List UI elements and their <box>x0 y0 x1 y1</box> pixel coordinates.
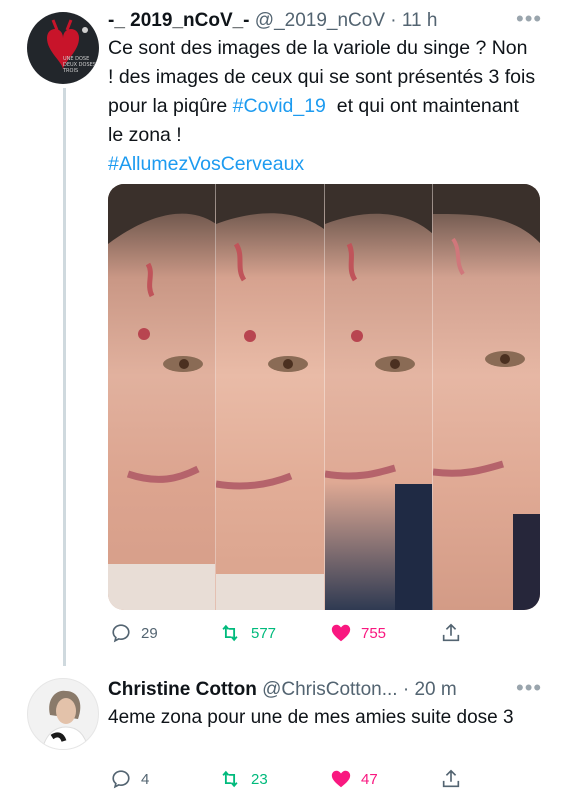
face-drawing <box>216 184 324 610</box>
hashtag-allumez[interactable]: #AllumezVosCerveaux <box>108 153 304 175</box>
reply-count: 4 <box>141 770 150 788</box>
more-options-icon[interactable]: ••• <box>516 677 542 699</box>
like-button[interactable]: 47 <box>330 768 378 790</box>
tweet-actions: 4 23 47 <box>108 768 528 794</box>
share-icon <box>442 623 460 642</box>
photo-panel <box>216 184 325 610</box>
tweet-2[interactable]: Christine Cotton @ChrisCotton... · 20 m … <box>0 666 566 800</box>
person-photo-icon <box>42 690 89 749</box>
heart-icon <box>331 770 351 788</box>
timestamp[interactable]: · 11 h <box>390 10 437 31</box>
like-button[interactable]: 755 <box>330 622 386 644</box>
retweet-count: 23 <box>251 770 268 788</box>
hashtag-covid[interactable]: #Covid_19 <box>233 95 326 117</box>
display-name[interactable]: Christine Cotton <box>108 679 257 700</box>
reply-icon <box>112 770 130 789</box>
photo-panel <box>108 184 217 610</box>
retweet-button[interactable]: 577 <box>218 622 276 644</box>
like-count: 47 <box>361 770 378 788</box>
photo-panel <box>324 184 433 610</box>
face-drawing <box>324 184 432 610</box>
heart-icon <box>331 624 351 642</box>
tweet-media-image[interactable] <box>108 184 540 610</box>
user-avatar[interactable]: UNE DOSE DEUX DOSES TROIS <box>27 12 99 84</box>
share-button[interactable] <box>440 622 462 644</box>
reply-icon <box>112 624 130 643</box>
share-button[interactable] <box>440 768 462 790</box>
user-handle[interactable]: @ChrisCotton... <box>262 679 397 700</box>
retweet-count: 577 <box>251 624 277 642</box>
reply-button[interactable]: 4 <box>110 768 149 790</box>
tweet-actions: 29 577 755 <box>108 622 528 648</box>
share-icon <box>442 769 460 788</box>
thread-line <box>63 88 66 666</box>
reply-button[interactable]: 29 <box>110 622 158 644</box>
tweet-text: Ce sont des images de la variole du sing… <box>108 34 538 179</box>
more-options-icon[interactable]: ••• <box>516 8 542 30</box>
timestamp[interactable]: · 20 m <box>403 679 457 700</box>
retweet-icon <box>222 624 238 642</box>
tweet-header: Christine Cotton @ChrisCotton... · 20 m <box>108 678 457 702</box>
tweet-text: 4eme zona pour une de mes amies suite do… <box>108 707 514 728</box>
retweet-icon <box>222 770 238 788</box>
user-avatar[interactable] <box>27 678 99 750</box>
retweet-button[interactable]: 23 <box>218 768 268 790</box>
like-count: 755 <box>361 624 387 642</box>
reply-count: 29 <box>141 624 158 642</box>
face-drawing <box>432 184 540 610</box>
display-name[interactable]: -_ 2019_nCoV_- <box>108 10 250 31</box>
photo-panel <box>432 184 540 610</box>
face-drawing <box>108 184 216 610</box>
tweet-1[interactable]: UNE DOSE DEUX DOSES TROIS -_ 2019_nCoV_-… <box>0 0 566 666</box>
avatar-caption: UNE DOSE DEUX DOSES TROIS <box>63 56 96 74</box>
tweet-header: -_ 2019_nCoV_- @_2019_nCoV · 11 h <box>108 9 437 33</box>
user-handle[interactable]: @_2019_nCoV <box>255 10 385 31</box>
